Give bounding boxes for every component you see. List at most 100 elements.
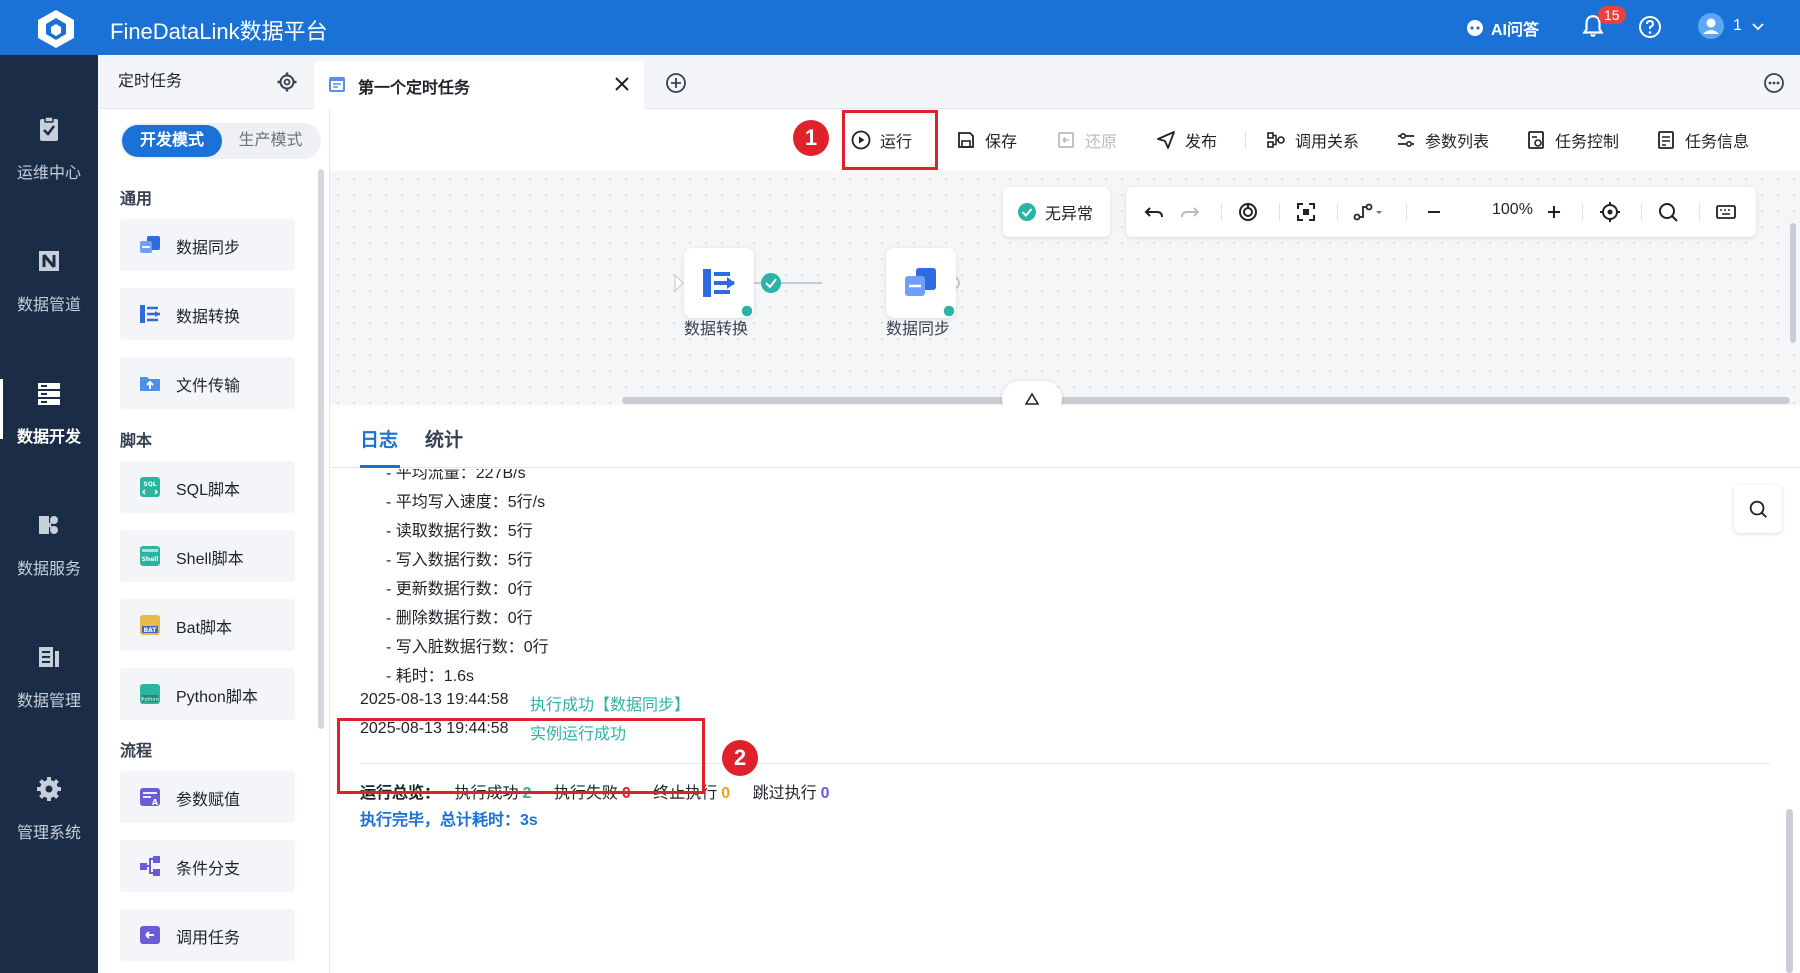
nav-item-data-dev[interactable]: 数据开发 [0, 369, 98, 469]
component-param-assign[interactable]: A 参数赋值 [120, 771, 295, 823]
log-result: 执行成功【数据同步】 [530, 697, 691, 714]
param-list-label: 参数列表 [1425, 134, 1490, 151]
nav-item-ops-center[interactable]: 运维中心 [0, 105, 98, 205]
section-general: 通用 [120, 191, 153, 208]
node-label: 数据同步 [886, 321, 951, 338]
app-title: FineDataLink数据平台 [110, 19, 328, 44]
add-tab-icon[interactable] [664, 71, 688, 95]
tab-stats[interactable]: 统计 [425, 425, 463, 452]
tab-first-scheduled-task[interactable]: 第一个定时任务 [314, 61, 644, 109]
log-line: - 删除数据行数：0行 [386, 610, 533, 627]
svg-text:A: A [152, 798, 159, 807]
gear-icon [37, 777, 61, 801]
nav-label: 运维中心 [16, 165, 81, 182]
workflow-canvas[interactable]: 无异常 100% 数据转换 数据同步 [330, 171, 1800, 417]
nav-item-admin-system[interactable]: 管理系统 [0, 765, 98, 865]
active-tab-indicator [360, 465, 400, 468]
component-file-transfer[interactable]: 文件传输 [120, 357, 295, 409]
notification-badge: 15 [1598, 6, 1626, 24]
node-data-transform[interactable] [684, 248, 754, 318]
component-sql-script[interactable]: SQL SQL脚本 [120, 461, 295, 513]
component-invoke-task[interactable]: 调用任务 [120, 909, 295, 961]
section-flow: 流程 [120, 743, 153, 760]
more-icon[interactable] [1762, 71, 1786, 95]
invoke-task-icon [140, 926, 160, 944]
call-relation-button[interactable]: 调用关系 [1265, 128, 1359, 152]
gear-icon[interactable] [276, 71, 298, 93]
panel-scrollbar[interactable] [318, 169, 324, 729]
svg-text:BAT: BAT [144, 627, 158, 634]
svg-text:Python: Python [141, 697, 158, 703]
nav-item-data-manage[interactable]: 数据管理 [0, 633, 98, 733]
nav-label: 数据开发 [16, 429, 81, 446]
top-bar: FineDataLink数据平台 AI问答 15 1 [0, 0, 1800, 55]
service-icon [39, 516, 58, 534]
canvas-h-scrollbar[interactable] [622, 397, 1790, 404]
app-logo-icon[interactable] [32, 8, 80, 48]
nav-item-data-pipeline[interactable]: 数据管道 [0, 237, 98, 337]
publish-button[interactable]: 发布 [1155, 128, 1217, 152]
dev-mode-toggle[interactable]: 开发模式 [122, 125, 222, 157]
component-label: 数据同步 [176, 240, 241, 257]
canvas-v-scrollbar[interactable] [1790, 223, 1796, 343]
data-transform-icon [140, 305, 160, 323]
log-line: - 平均写入速度：5行/s [386, 494, 546, 511]
component-condition-branch[interactable]: 条件分支 [120, 840, 295, 892]
component-label: SQL脚本 [176, 482, 241, 499]
save-button[interactable]: 保存 [955, 128, 1017, 152]
save-icon [958, 132, 974, 148]
folder-upload-icon [140, 377, 160, 391]
task-control-icon [1528, 131, 1544, 149]
log-scrollbar[interactable] [1786, 809, 1793, 973]
help-icon[interactable] [1638, 15, 1662, 39]
result-highlight-box [337, 718, 705, 794]
log-line: - 写入脏数据行数：0行 [386, 639, 549, 656]
nav-label: 数据服务 [16, 561, 81, 578]
nav-item-data-service[interactable]: 数据服务 [0, 501, 98, 601]
left-nav: 运维中心 数据管道 数据开发 数据服务 数据管理 管理系统 [0, 55, 98, 973]
tab-log[interactable]: 日志 [360, 425, 398, 452]
component-data-sync[interactable]: 数据同步 [120, 219, 295, 271]
tab-bar: 定时任务 第一个定时任务 [98, 55, 1800, 109]
close-icon[interactable] [610, 72, 634, 96]
prod-mode-toggle[interactable]: 生产模式 [222, 125, 319, 157]
skip-label: 跳过执行 [752, 785, 817, 802]
restore-icon [1058, 132, 1074, 148]
param-list-button[interactable]: 参数列表 [1395, 128, 1489, 152]
component-data-transform[interactable]: 数据转换 [120, 288, 295, 340]
flow-edges [674, 273, 960, 293]
component-label: Python脚本 [176, 689, 258, 706]
component-label: Shell脚本 [176, 551, 244, 568]
calendar-task-icon [329, 77, 345, 92]
component-panel: 开发模式 生产模式 通用 数据同步 数据转换 文件传输 脚本 SQL SQL脚本… [98, 109, 330, 973]
restore-button[interactable]: 还原 [1055, 128, 1117, 152]
component-python-script[interactable]: Python Python脚本 [120, 668, 295, 720]
svg-text:SQL: SQL [143, 481, 156, 488]
final-status: 执行完毕，总计耗时：3s [360, 812, 538, 829]
component-shell-script[interactable]: Shell Shell脚本 [120, 530, 295, 582]
task-info-button[interactable]: 任务信息 [1655, 128, 1749, 152]
log-line: - 更新数据行数：0行 [386, 581, 533, 598]
component-label: Bat脚本 [176, 620, 233, 637]
avatar-icon [1698, 13, 1724, 39]
node-data-sync[interactable] [886, 248, 956, 318]
tab-label: 第一个定时任务 [358, 80, 471, 97]
component-bat-script[interactable]: BAT Bat脚本 [120, 599, 295, 651]
nav-label: 管理系统 [16, 825, 81, 842]
component-label: 数据转换 [176, 309, 241, 326]
task-control-button[interactable]: 任务控制 [1525, 128, 1619, 152]
chevron-down-icon [1752, 23, 1764, 31]
restore-label: 还原 [1085, 134, 1118, 151]
skip-count: 0 [820, 785, 830, 802]
edge-success-icon[interactable] [761, 273, 781, 293]
pipeline-icon [39, 251, 59, 271]
log-search-button[interactable] [1734, 485, 1782, 533]
ai-ask-button[interactable]: AI问答 [1465, 16, 1539, 40]
document-icon [1658, 131, 1674, 149]
log-line: - 耗时：1.6s [386, 668, 475, 685]
toolbar: 运行 保存 还原 发布 调用关系 参数列表 任务控制 任务信息 [330, 109, 1800, 171]
user-menu[interactable]: 1 [1697, 12, 1766, 40]
component-label: 文件传输 [176, 378, 241, 395]
stop-count: 0 [721, 785, 731, 802]
task-info-label: 任务信息 [1685, 134, 1750, 151]
